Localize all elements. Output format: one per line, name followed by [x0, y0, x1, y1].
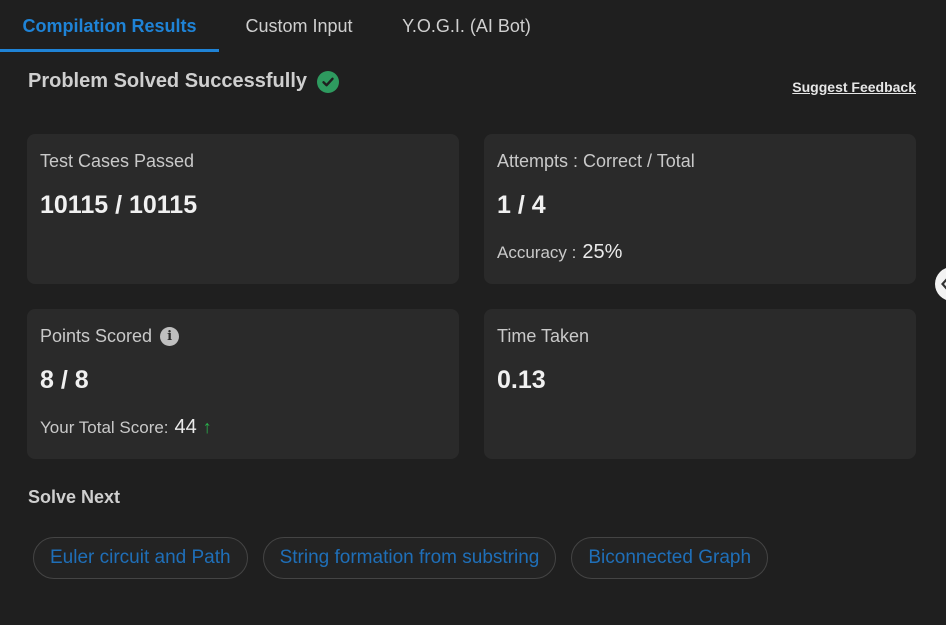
test-cases-value: 10115 / 10115 — [40, 191, 198, 219]
points-value: 8 / 8 — [40, 366, 89, 394]
tab-compilation-results[interactable]: Compilation Results — [0, 0, 219, 52]
status-message: Problem Solved Successfully — [28, 70, 307, 92]
status-row: Problem Solved Successfully — [28, 70, 339, 93]
time-card: Time Taken 0.13 — [484, 309, 916, 459]
solve-next-chip[interactable]: String formation from substring — [262, 537, 557, 579]
time-value: 0.13 — [497, 366, 546, 394]
attempts-value: 1 / 4 — [497, 191, 546, 219]
accuracy-value: 25% — [582, 241, 623, 263]
test-cases-label: Test Cases Passed — [40, 151, 195, 171]
arrow-up-icon: ↑ — [202, 417, 212, 437]
test-cases-card: Test Cases Passed 10115 / 10115 — [27, 134, 459, 284]
attempts-card: Attempts : Correct / Total 1 / 4 Accurac… — [484, 134, 916, 284]
points-label: Points Scored — [40, 326, 153, 346]
total-score-row: Your Total Score: 44 ↑ — [40, 416, 212, 439]
solve-next-heading: Solve Next — [28, 487, 121, 507]
suggest-feedback-link[interactable]: Suggest Feedback — [792, 79, 916, 95]
accuracy-label: Accuracy : — [497, 242, 577, 262]
solve-next-chip[interactable]: Euler circuit and Path — [33, 537, 248, 579]
tab-yogi-ai-bot[interactable]: Y.O.G.I. (AI Bot) — [379, 0, 554, 52]
check-circle-icon — [317, 70, 339, 93]
attempts-label: Attempts : Correct / Total — [497, 151, 695, 171]
accuracy-row: Accuracy : 25% — [497, 241, 622, 264]
solve-next-chip[interactable]: Biconnected Graph — [571, 537, 769, 579]
chevron-left-icon — [941, 278, 946, 290]
tab-bar: Compilation Results Custom Input Y.O.G.I… — [0, 0, 946, 52]
panel-toggle-handle[interactable] — [935, 267, 946, 301]
total-score-label: Your Total Score: — [40, 417, 169, 437]
solve-next-list: Euler circuit and Path String formation … — [33, 537, 769, 579]
total-score-value: 44 — [174, 416, 197, 438]
points-card: Points Scored i 8 / 8 Your Total Score: … — [27, 309, 459, 459]
time-label: Time Taken — [497, 326, 590, 346]
tab-custom-input[interactable]: Custom Input — [219, 0, 379, 52]
points-label-row: Points Scored i — [40, 326, 180, 347]
info-icon[interactable]: i — [160, 327, 180, 346]
